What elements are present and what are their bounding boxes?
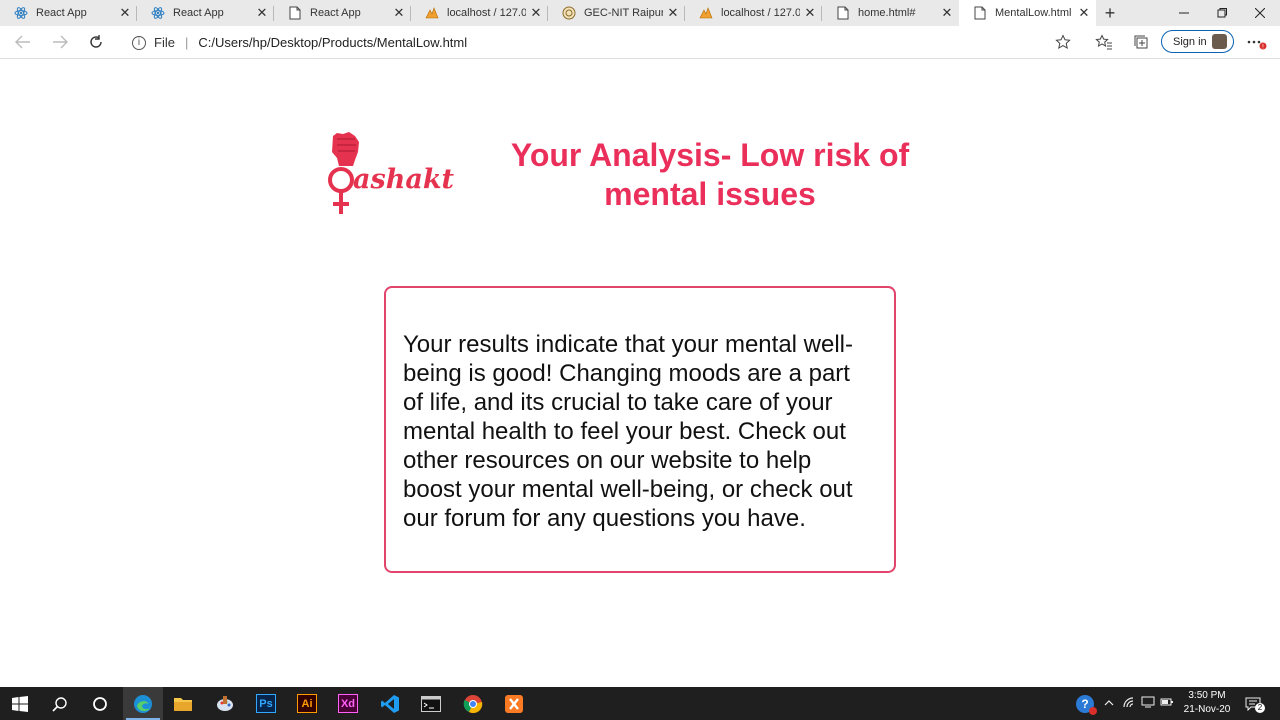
- tab-react-app-1[interactable]: React App ✕: [0, 0, 137, 26]
- cortana-icon[interactable]: [80, 687, 120, 720]
- back-button[interactable]: [12, 32, 34, 52]
- tab-label: GEC-NIT Raipur Al: [584, 7, 663, 19]
- xampp-icon[interactable]: [494, 687, 534, 720]
- tab-label: React App: [310, 7, 361, 19]
- url-text[interactable]: C:/Users/hp/Desktop/Products/MentalLow.h…: [198, 35, 467, 50]
- clock-time: 3:50 PM: [1188, 690, 1226, 701]
- terminal-icon[interactable]: [411, 687, 451, 720]
- tab-gec-nit[interactable]: GEC-NIT Raipur Al ✕: [548, 0, 685, 26]
- close-window-button[interactable]: [1242, 0, 1278, 26]
- close-tab-icon[interactable]: ✕: [937, 5, 957, 21]
- tab-label: localhost / 127.0.0: [447, 7, 526, 19]
- page-icon: [973, 6, 987, 20]
- chevron-up-icon[interactable]: [1104, 698, 1114, 710]
- tab-localhost-1[interactable]: localhost / 127.0.0 ✕: [411, 0, 548, 26]
- avatar: [1212, 34, 1227, 49]
- illustrator-icon[interactable]: Ai: [287, 687, 327, 720]
- notifications-icon[interactable]: 2: [1245, 687, 1271, 720]
- start-button[interactable]: [0, 687, 40, 720]
- favorite-star-icon[interactable]: [1052, 32, 1074, 52]
- url-scheme: File: [154, 35, 175, 50]
- college-icon: [562, 6, 576, 20]
- close-tab-icon[interactable]: ✕: [526, 5, 546, 21]
- forward-button[interactable]: [49, 32, 71, 52]
- maximize-button[interactable]: [1204, 0, 1240, 26]
- tab-label: React App: [36, 7, 87, 19]
- tab-strip: React App ✕ React App ✕ React App ✕ loca…: [0, 0, 1280, 26]
- result-message: Your results indicate that your mental w…: [403, 331, 853, 532]
- help-icon[interactable]: ?: [1076, 694, 1097, 715]
- info-icon[interactable]: i: [132, 35, 146, 50]
- photoshop-icon[interactable]: Ps: [246, 687, 286, 720]
- react-icon: [151, 6, 165, 20]
- battery-icon[interactable]: [1160, 697, 1174, 710]
- tab-localhost-2[interactable]: localhost / 127.0.0 ✕: [685, 0, 822, 26]
- paint-icon[interactable]: [205, 687, 245, 720]
- refresh-button[interactable]: [85, 32, 107, 52]
- close-tab-icon[interactable]: ✕: [800, 5, 820, 21]
- tab-label: MentalLow.html: [995, 7, 1072, 19]
- close-tab-icon[interactable]: ✕: [252, 5, 272, 21]
- brand-logo: ashakti: [325, 130, 464, 218]
- wifi-icon[interactable]: [1122, 696, 1136, 711]
- clock-date: 21-Nov-20: [1183, 704, 1231, 715]
- tab-label: home.html#: [858, 7, 916, 19]
- result-card: Your results indicate that your mental w…: [384, 286, 896, 573]
- clock[interactable]: 3:50 PM 21-Nov-20: [1176, 689, 1238, 717]
- chrome-icon[interactable]: [453, 687, 493, 720]
- xd-icon[interactable]: Xd: [328, 687, 368, 720]
- browser-toolbar: i File | C:/Users/hp/Desktop/Products/Me…: [0, 26, 1280, 59]
- close-tab-icon[interactable]: ✕: [663, 5, 683, 21]
- vscode-icon[interactable]: [370, 687, 410, 720]
- close-tab-icon[interactable]: ✕: [389, 5, 409, 21]
- url-separator: |: [184, 35, 189, 50]
- new-tab-button[interactable]: +: [1098, 0, 1122, 26]
- tab-react-app-2[interactable]: React App ✕: [137, 0, 274, 26]
- minimize-button[interactable]: [1166, 0, 1202, 26]
- tab-label: localhost / 127.0.0: [721, 7, 800, 19]
- tab-label: React App: [173, 7, 224, 19]
- phpmyadmin-icon: [699, 6, 713, 20]
- page-title: Your Analysis- Low risk of mental issues: [510, 137, 910, 212]
- logo-wordmark: ashakti: [353, 164, 455, 195]
- close-tab-icon[interactable]: ✕: [115, 5, 135, 21]
- collections-icon[interactable]: [1130, 32, 1152, 52]
- page-icon: [288, 6, 302, 20]
- close-tab-icon[interactable]: ✕: [1074, 5, 1094, 21]
- sign-in-label: Sign in: [1173, 35, 1207, 48]
- xd-label: Xd: [338, 694, 358, 713]
- search-icon[interactable]: [40, 687, 80, 720]
- sign-in-button[interactable]: Sign in: [1161, 30, 1234, 53]
- photoshop-label: Ps: [256, 694, 276, 713]
- settings-more-icon[interactable]: !: [1246, 32, 1268, 52]
- windows-taskbar: Ps Ai Xd ? 3:50 PM 21-Nov-20 2: [0, 687, 1280, 720]
- favorites-icon[interactable]: [1093, 32, 1115, 52]
- display-icon[interactable]: [1141, 696, 1155, 711]
- phpmyadmin-icon: [425, 6, 439, 20]
- illustrator-label: Ai: [297, 694, 317, 713]
- address-bar[interactable]: i File | C:/Users/hp/Desktop/Products/Me…: [120, 29, 1080, 56]
- react-icon: [14, 6, 28, 20]
- file-explorer-icon[interactable]: [163, 687, 203, 720]
- tab-home[interactable]: home.html# ✕: [822, 0, 959, 26]
- system-tray: ?: [1076, 687, 1174, 720]
- edge-icon[interactable]: [123, 687, 163, 720]
- page-icon: [836, 6, 850, 20]
- tab-react-app-3[interactable]: React App ✕: [274, 0, 411, 26]
- tab-mentallow[interactable]: MentalLow.html ✕: [959, 0, 1096, 26]
